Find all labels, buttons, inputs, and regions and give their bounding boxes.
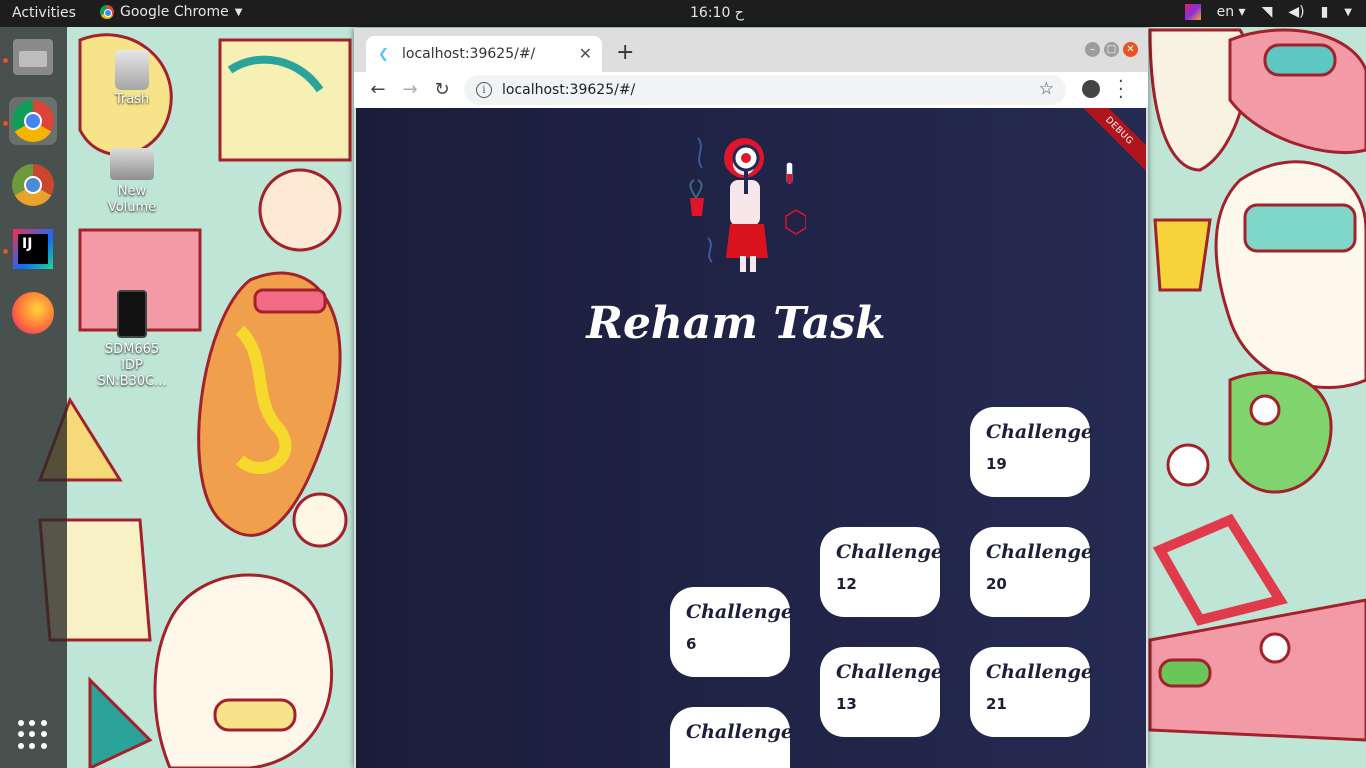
challenge-number: 12 (836, 575, 857, 593)
minimize-button[interactable]: – (1085, 42, 1100, 57)
dock: IJ (0, 27, 67, 768)
battery-icon[interactable]: ▮ (1321, 4, 1329, 20)
close-window-button[interactable]: ✕ (1123, 42, 1138, 57)
tab-title: localhost:39625/#/ (402, 46, 536, 62)
window-controls: – □ ✕ (1085, 42, 1138, 57)
tab-localhost[interactable]: ❮ localhost:39625/#/ ✕ (366, 36, 602, 72)
challenge-label: Challenge (986, 541, 1093, 563)
app-title: Reham Task (586, 298, 886, 349)
desktop-icon-phone[interactable]: SDM665 IDP SN:B30C... (92, 290, 172, 390)
running-indicator (3, 121, 8, 126)
desktop-icon-label: New Volume (107, 184, 157, 215)
challenge-card-20[interactable]: Challenge 20 (970, 527, 1093, 617)
new-tab-button[interactable]: + (616, 40, 634, 65)
challenge-card-13[interactable]: Challenge 13 (820, 647, 943, 737)
dock-chromium[interactable] (9, 161, 57, 209)
site-info-icon[interactable]: i (476, 82, 492, 98)
files-icon (13, 39, 53, 75)
challenge-number: 19 (986, 455, 1007, 473)
system-tray: en ▾ ◥ ◀) ▮ ▼ (1184, 4, 1352, 20)
flutter-app-viewport: DEBUG Reham Task Challenge 19 Challenge … (356, 108, 1146, 768)
firefox-icon (12, 292, 54, 334)
challenge-card-6[interactable]: Challenge 6 (670, 587, 793, 677)
profile-avatar-icon[interactable] (1082, 80, 1100, 98)
system-menu-chevron-icon[interactable]: ▼ (1344, 7, 1352, 18)
challenge-card-21[interactable]: Challenge 21 (970, 647, 1093, 737)
close-tab-icon[interactable]: ✕ (579, 44, 592, 63)
system-top-bar: Activities Google Chrome ▼ 16:10 ح en ▾ … (0, 0, 1366, 27)
chrome-menu-icon[interactable]: · · · (1118, 73, 1124, 107)
challenge-card-19[interactable]: Challenge 19 (970, 407, 1093, 497)
dock-firefox[interactable] (9, 289, 57, 337)
desktop-icon-trash[interactable]: Trash (92, 50, 172, 108)
tab-strip: ❮ localhost:39625/#/ ✕ + – □ ✕ (354, 28, 1148, 72)
challenge-label: Challenge (836, 661, 943, 683)
chevron-down-icon: ▼ (234, 6, 243, 18)
reload-icon[interactable]: ↻ (430, 78, 454, 102)
running-indicator (3, 249, 8, 254)
challenge-number: 20 (986, 575, 1007, 593)
dock-intellij[interactable]: IJ (9, 225, 57, 273)
bookmark-star-icon[interactable]: ☆ (1039, 79, 1054, 99)
browser-toolbar: ← → ↻ i localhost:39625/#/ ☆ · · · (354, 72, 1148, 109)
chrome-icon (12, 100, 54, 142)
wifi-icon[interactable]: ◥ (1262, 4, 1273, 20)
challenge-card-partial[interactable]: Challenge (670, 707, 793, 768)
app-grid-icon (18, 720, 48, 750)
app-menu[interactable]: Google Chrome ▼ (100, 4, 242, 20)
intellij-icon: IJ (13, 229, 53, 269)
input-language[interactable]: en ▾ (1217, 4, 1246, 20)
address-bar[interactable]: i localhost:39625/#/ ☆ (464, 75, 1066, 105)
challenge-label: Challenge (686, 721, 793, 743)
back-icon[interactable]: ← (366, 78, 390, 102)
challenge-number: 21 (986, 695, 1007, 713)
activities-button[interactable]: Activities (12, 5, 76, 21)
challenge-label: Challenge (986, 661, 1093, 683)
debug-banner: DEBUG (1073, 108, 1146, 177)
volume-icon[interactable]: ◀) (1288, 4, 1304, 20)
challenge-label: Challenge (686, 601, 793, 623)
colorpicker-app-icon[interactable] (1184, 4, 1201, 20)
phone-icon (117, 290, 147, 338)
challenge-label: Challenge (836, 541, 943, 563)
flutter-favicon-icon: ❮ (378, 47, 389, 62)
app-menu-label: Google Chrome (120, 4, 229, 20)
drive-icon (110, 148, 154, 180)
chromium-icon (12, 164, 54, 206)
desktop-icon-label: Trash (114, 92, 150, 107)
show-applications-button[interactable] (9, 711, 57, 759)
dock-google-chrome[interactable] (9, 97, 57, 145)
forward-icon[interactable]: → (398, 78, 422, 102)
challenge-number: 6 (686, 635, 697, 653)
desktop-icon-new-volume[interactable]: New Volume (92, 148, 172, 216)
url-text: localhost:39625/#/ (502, 82, 636, 98)
challenge-number: 13 (836, 695, 857, 713)
scientist-illustration (689, 137, 806, 272)
challenge-label: Challenge (986, 421, 1093, 443)
trash-icon (115, 50, 149, 90)
language-label: en (1216, 4, 1235, 20)
dock-files[interactable] (9, 33, 57, 81)
desktop-icon-label: SDM665 IDP SN:B30C... (97, 342, 167, 389)
maximize-button[interactable]: □ (1104, 42, 1119, 57)
running-indicator (3, 58, 8, 63)
challenge-card-12[interactable]: Challenge 12 (820, 527, 943, 617)
chrome-icon (100, 5, 114, 19)
chrome-window: ❮ localhost:39625/#/ ✕ + – □ ✕ ← → ↻ i l… (354, 28, 1148, 768)
clock[interactable]: 16:10 ح (690, 5, 744, 21)
